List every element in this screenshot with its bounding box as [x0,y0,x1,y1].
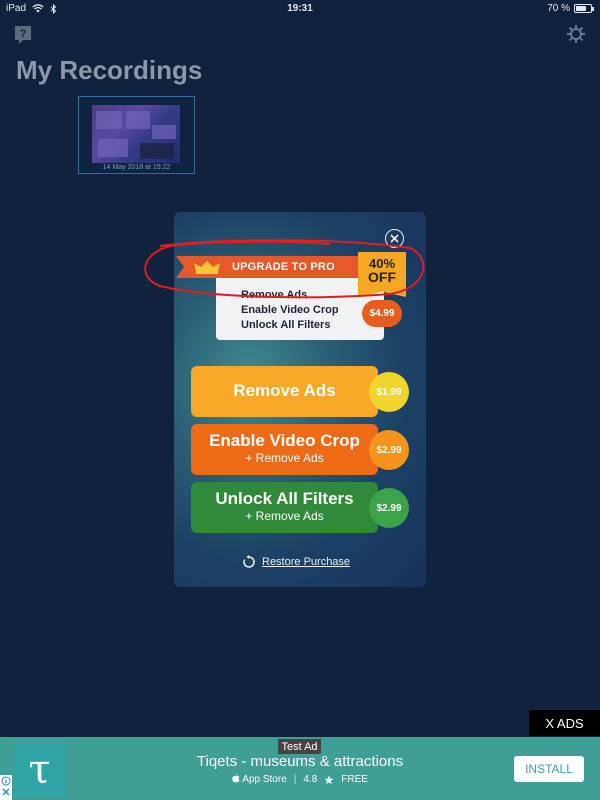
unlock-filters-price[interactable]: $2.99 [369,488,409,528]
option-subtitle: + Remove Ads [245,451,324,465]
feature-item: Unlock All Filters [241,319,331,331]
battery-percent: 70 % [547,3,570,14]
unlock-filters-button[interactable]: Unlock All Filters + Remove Ads [191,482,378,533]
ad-price: FREE [341,774,368,785]
close-icon [2,788,10,796]
bundle-price-tag[interactable]: $4.99 [362,300,402,327]
option-title: Remove Ads [233,381,336,400]
gear-icon[interactable] [566,24,586,44]
battery-icon [574,4,594,13]
video-crop-price[interactable]: $2.99 [369,430,409,470]
adchoices-icon[interactable] [0,775,12,800]
question-icon[interactable]: ? [14,25,32,45]
recording-thumbnail[interactable]: 14 May 2018 at 15:22 [78,96,195,174]
test-ad-label: Test Ad [278,739,321,754]
remove-ads-button[interactable]: Remove Ads [191,366,378,417]
apple-icon [232,774,240,783]
svg-text:?: ? [20,28,27,40]
recording-preview-image [92,105,180,163]
restore-label: Restore Purchase [262,556,351,568]
enable-video-crop-button[interactable]: Enable Video Crop + Remove Ads [191,424,378,475]
info-icon [1,776,11,786]
app-store-label: App Store [232,774,287,785]
close-ads-button[interactable]: X ADS [529,710,600,736]
ad-title: Tiqets - museums & attractions [196,753,404,770]
remove-ads-price[interactable]: $1.99 [369,372,409,412]
refresh-icon [243,555,255,568]
status-bar: iPad 19:31 70 % [0,0,600,18]
option-subtitle: + Remove Ads [245,509,324,523]
red-circle-annotation [144,239,425,299]
option-title: Unlock All Filters [215,489,354,508]
header: ? My Recordings [0,18,600,90]
separator: | [293,774,297,785]
page-title: My Recordings [16,55,203,85]
option-title: Enable Video Crop [209,431,360,450]
ad-meta: App Store | 4.8 FREE [0,774,600,785]
ad-rating: 4.8 [303,774,318,785]
recording-date: 14 May 2018 at 15:22 [102,164,171,171]
clock: 19:31 [287,3,313,14]
store-name: App Store [242,774,287,785]
install-button[interactable]: INSTALL [514,756,584,782]
star-icon [324,775,334,784]
restore-purchase-link[interactable]: Restore Purchase [242,555,350,569]
